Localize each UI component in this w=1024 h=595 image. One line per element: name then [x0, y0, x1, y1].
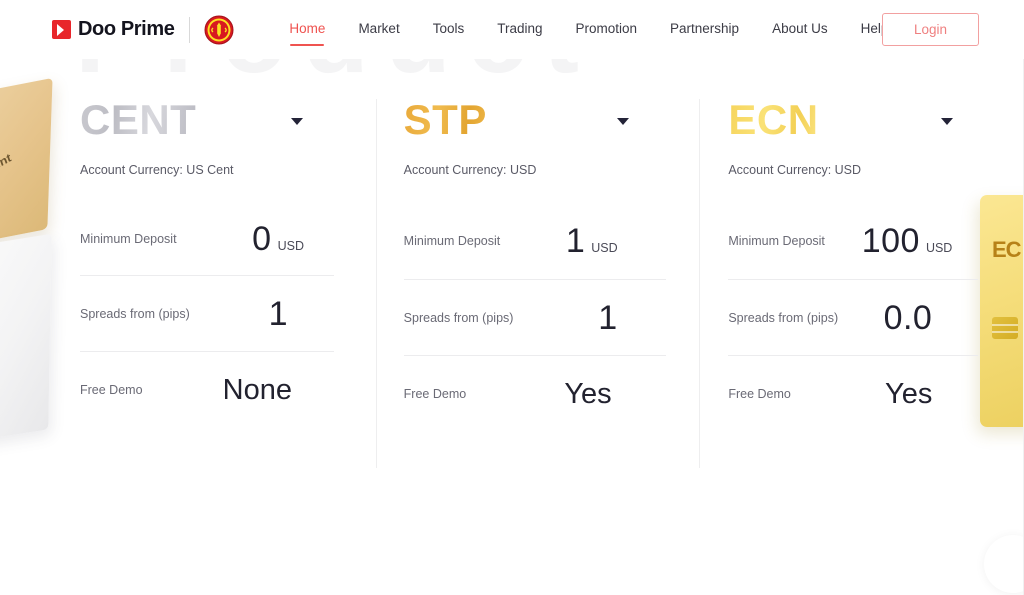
account-card-ecn-title: ECN — [728, 96, 819, 143]
row-label: Spreads from (pips) — [403, 310, 514, 325]
row-value: 0 USD — [252, 222, 304, 256]
page-root: Product STP Account Account EC Doo Prime — [0, 0, 1024, 595]
brand-divider — [189, 16, 191, 43]
row-value-unit: USD — [591, 241, 618, 255]
main-navigation: Home Market Tools Trading Promotion Part… — [289, 21, 933, 46]
nav-item-about-us[interactable]: About Us — [772, 21, 828, 39]
table-row: Spreads from (pips) 1 — [80, 275, 334, 351]
manchester-united-crest-icon — [204, 15, 234, 45]
account-card-stp-header: STP — [404, 96, 700, 152]
account-card-ecn-header: ECN — [728, 96, 1024, 152]
row-label: Minimum Deposit — [403, 234, 501, 248]
row-value: 1 — [269, 297, 288, 331]
nav-item-trading[interactable]: Trading — [497, 21, 542, 39]
row-value-number: 100 — [861, 222, 920, 260]
account-card-cent: CENT Account Currency: US Cent Minimum D… — [80, 96, 376, 468]
account-card-ecn-currency: Account Currency: USD — [728, 163, 862, 177]
row-value-word: None — [222, 373, 292, 406]
nav-item-promotion[interactable]: Promotion — [576, 21, 638, 39]
row-label: Minimum Deposit — [80, 232, 177, 246]
floating-action-button[interactable] — [984, 535, 1024, 593]
row-value-number: 1 — [565, 222, 586, 260]
row-value: 0.0 — [884, 301, 933, 335]
login-button[interactable]: Login — [882, 13, 979, 46]
row-label: Free Demo — [403, 386, 467, 401]
row-label: Spreads from (pips) — [80, 306, 190, 321]
chevron-down-icon[interactable] — [616, 118, 629, 125]
row-value-number: 1 — [598, 298, 618, 337]
brand-logo[interactable]: Doo Prime — [52, 15, 234, 45]
table-row: Free Demo None — [80, 351, 334, 427]
row-value-unit: USD — [277, 239, 304, 253]
site-header: Doo Prime Home Market Tools Trading Prom… — [0, 0, 1024, 59]
account-card-stp: STP Account Currency: USD Minimum Deposi… — [375, 96, 700, 468]
row-value-number: 0.0 — [883, 298, 933, 337]
account-card-cent-title: CENT — [80, 96, 197, 143]
account-card-stp-currency: Account Currency: USD — [403, 163, 537, 177]
chevron-down-icon[interactable] — [941, 118, 954, 125]
table-row: Spreads from (pips) 1 — [403, 279, 666, 355]
account-card-stp-title: STP — [403, 96, 487, 143]
account-card-cent-rows: Minimum Deposit 0 USD Spreads from (pips… — [80, 203, 334, 427]
row-value: 1 USD — [566, 224, 618, 258]
account-comparison-grid: CENT Account Currency: US Cent Minimum D… — [0, 96, 1024, 468]
row-value: Yes — [885, 379, 932, 409]
account-card-stp-rows: Minimum Deposit 1 USD Spreads from (pips… — [403, 203, 666, 431]
account-card-ecn-rows: Minimum Deposit 100 USD Spreads from (pi… — [728, 203, 979, 431]
table-row: Minimum Deposit 1 USD — [404, 203, 666, 279]
row-label: Spreads from (pips) — [728, 310, 839, 325]
table-row: Minimum Deposit 0 USD — [80, 203, 334, 275]
doo-prime-flag-icon — [52, 20, 71, 39]
row-value: 1 — [598, 301, 617, 335]
table-row: Spreads from (pips) 0.0 — [728, 279, 979, 355]
table-row: Free Demo Yes — [728, 355, 979, 431]
row-value-unit: USD — [925, 241, 953, 255]
row-value-number: 1 — [268, 294, 288, 333]
row-label: Free Demo — [728, 386, 791, 401]
row-value: None — [223, 375, 292, 405]
nav-item-home[interactable]: Home — [289, 21, 325, 46]
brand-name: Doo Prime — [78, 18, 175, 40]
row-value-word: Yes — [564, 377, 612, 410]
row-value-number: 0 — [252, 220, 272, 258]
row-label: Minimum Deposit — [728, 234, 825, 248]
nav-item-tools[interactable]: Tools — [433, 21, 465, 39]
chevron-down-icon[interactable] — [291, 118, 303, 125]
table-row: Minimum Deposit 100 USD — [728, 203, 978, 279]
nav-item-partnership[interactable]: Partnership — [670, 21, 739, 39]
account-card-cent-header: CENT — [80, 96, 376, 152]
nav-item-market[interactable]: Market — [358, 21, 399, 39]
row-label: Free Demo — [80, 382, 143, 397]
row-value-word: Yes — [885, 377, 933, 410]
table-row: Free Demo Yes — [403, 355, 666, 431]
row-value: Yes — [564, 379, 611, 409]
account-card-ecn: ECN Account Currency: USD Minimum Deposi… — [699, 96, 1024, 468]
account-card-cent-currency: Account Currency: US Cent — [80, 163, 234, 177]
row-value: 100 USD — [862, 224, 953, 258]
